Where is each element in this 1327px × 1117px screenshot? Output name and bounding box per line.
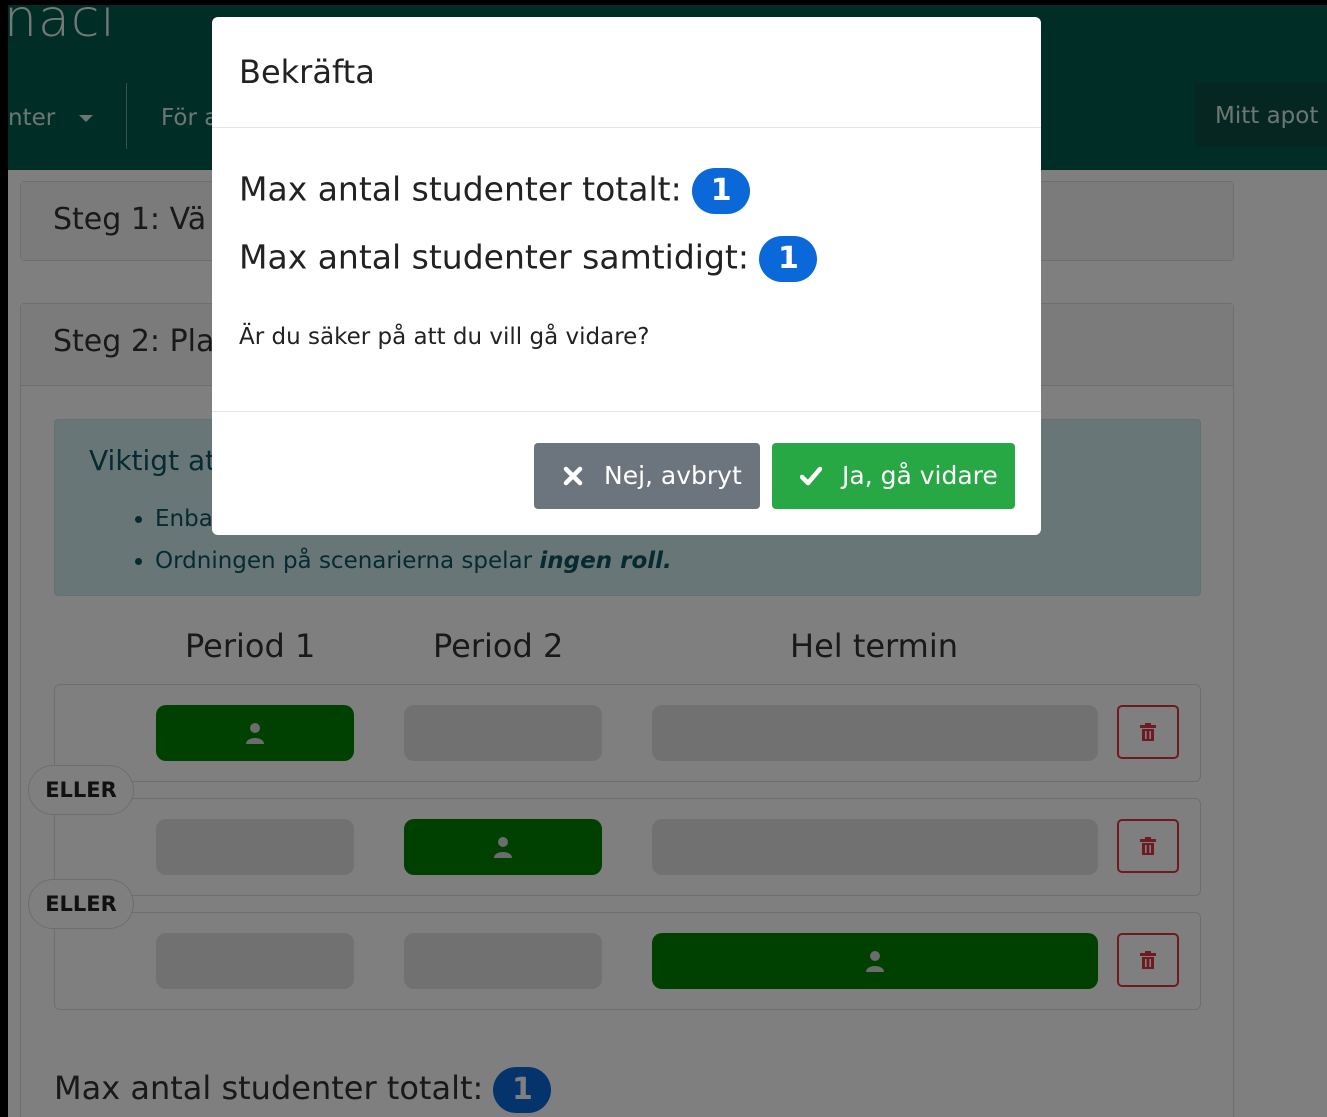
dialog-max-concurrent-badge: 1 bbox=[759, 236, 818, 282]
dialog-max-concurrent: Max antal studenter samtidigt: 1 bbox=[239, 236, 818, 282]
dialog-question: Är du säker på att du vill gå vidare? bbox=[239, 324, 650, 350]
confirm-label: Ja, gå vidare bbox=[842, 461, 998, 490]
dialog-title: Bekräfta bbox=[212, 17, 1041, 128]
cancel-button[interactable]: Nej, avbryt bbox=[534, 443, 760, 509]
confirm-button[interactable]: Ja, gå vidare bbox=[772, 443, 1015, 509]
dialog-body: Max antal studenter totalt: 1 Max antal … bbox=[212, 128, 1041, 412]
close-icon bbox=[563, 466, 583, 486]
dialog-max-concurrent-label: Max antal studenter samtidigt: bbox=[239, 237, 749, 277]
dialog-max-total-label: Max antal studenter totalt: bbox=[239, 169, 682, 209]
dialog-max-total-badge: 1 bbox=[692, 168, 751, 214]
confirm-dialog: Bekräfta Max antal studenter totalt: 1 M… bbox=[212, 17, 1041, 535]
check-icon bbox=[800, 466, 822, 486]
dialog-max-total: Max antal studenter totalt: 1 bbox=[239, 168, 751, 214]
cancel-label: Nej, avbryt bbox=[604, 461, 742, 490]
